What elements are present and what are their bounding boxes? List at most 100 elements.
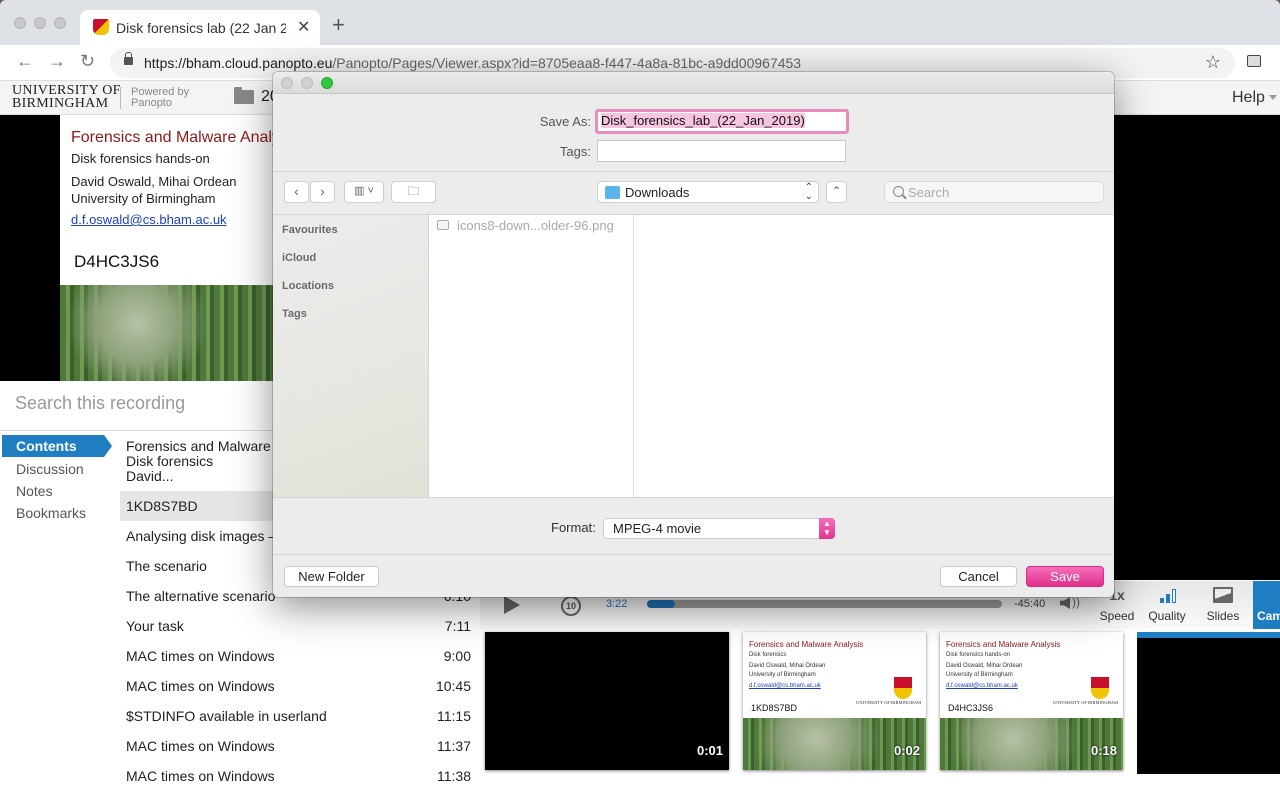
list-item[interactable]: MAC times on Windows 9:00 (120, 641, 480, 671)
url-host: https://bham.cloud.panopto.eu (144, 55, 333, 71)
powered-line-2: Panopto (131, 97, 172, 109)
bookmark-star-icon[interactable]: ☆ (1205, 52, 1221, 73)
play-icon[interactable] (504, 596, 520, 614)
up-down-arrows-icon: ▲ ▼ (819, 518, 835, 539)
thumbnail-authors: David Oswald, Mihai Ordean (946, 663, 1023, 669)
nav-item-notes[interactable]: Notes (16, 483, 53, 499)
list-item-label: Analysing disk images – ... (126, 528, 292, 544)
chevron-down-icon[interactable] (1269, 95, 1277, 100)
volume-icon[interactable] (1060, 597, 1070, 609)
location-popup[interactable]: Downloads ⌃ ⌄ (597, 181, 819, 203)
list-item-time: 11:38 (437, 768, 471, 784)
view-mode-button[interactable]: ▥ ˅ (344, 181, 384, 203)
dialog-divider (273, 554, 1114, 555)
format-value: MPEG-4 movie (613, 521, 702, 536)
rewind-10-icon[interactable]: 10 (561, 596, 581, 616)
slides-button[interactable]: Slides (1197, 581, 1249, 629)
list-item-label: Your task (126, 618, 184, 634)
sidebar-item-favourites[interactable]: Favourites (282, 224, 338, 236)
dialog-minimize-button[interactable] (301, 77, 313, 89)
list-item[interactable]: MAC times on Windows 11:37 (120, 731, 480, 761)
list-item[interactable]: MAC times on Windows 11:38 (120, 761, 480, 791)
thumbnail-title: Forensics and Malware Analysis (946, 640, 1061, 649)
image-icon (1213, 587, 1233, 603)
save-button[interactable]: Save (1026, 566, 1104, 587)
new-folder-button[interactable]: New Folder (284, 566, 379, 587)
browser-tab[interactable]: Disk forensics lab (22 Jan 2019) ✕ (80, 10, 320, 45)
thumbnail-authors: David Oswald, Mihai Ordean (749, 663, 826, 669)
volume-wave-icon: )) (1072, 595, 1080, 609)
save-as-field[interactable]: Disk_forensics_lab_(22_Jan_2019) (595, 109, 849, 134)
nav-item-bookmarks[interactable]: Bookmarks (16, 505, 86, 521)
downloads-folder-icon (605, 186, 620, 199)
thumbnail[interactable]: Forensics and Malware Analysis Disk fore… (940, 632, 1123, 770)
url-text[interactable]: https://bham.cloud.panopto.eu/Panopto/Pa… (144, 55, 801, 71)
signal-bars-icon (1160, 589, 1178, 603)
thumbnail-code: D4HC3JS6 (948, 703, 994, 713)
list-item-label: MAC times on Windows (126, 678, 275, 694)
location-label: Downloads (625, 185, 690, 200)
list-item-label: MAC times on Windows (126, 738, 275, 754)
back-button[interactable]: ‹ (284, 181, 309, 203)
search-placeholder: Search (908, 185, 950, 200)
dialog-divider (273, 497, 1114, 498)
thumbnail-university: UNIVERSITY OF BIRMINGHAM (1053, 700, 1118, 705)
sidebar-item-locations[interactable]: Locations (282, 280, 334, 292)
uob-crest-icon (1091, 677, 1109, 699)
collapse-button[interactable]: ⌃ (826, 181, 847, 203)
lock-icon (124, 52, 133, 65)
back-icon[interactable]: ← (16, 51, 34, 72)
nav-item-discussion[interactable]: Discussion (16, 461, 84, 477)
forward-button[interactable]: › (310, 181, 335, 203)
list-item-label: $STDINFO available in userland (126, 708, 327, 724)
speed-label: Speed (1099, 609, 1135, 623)
chevron-up-icon: ⌃ (831, 184, 842, 198)
download-extension-icon[interactable] (1247, 55, 1261, 67)
nav-item-contents[interactable]: Contents (2, 435, 112, 457)
file-column: icons8-down...older-96.png (429, 215, 634, 497)
search-recording-input[interactable]: Search this recording (0, 381, 280, 431)
quality-button[interactable]: Quality (1141, 581, 1193, 629)
slide-affiliation: University of Birmingham (71, 191, 216, 206)
thumbnail-affiliation: University of Birmingham (946, 672, 1013, 678)
window-zoom-button[interactable] (54, 17, 66, 29)
window-close-button[interactable] (14, 17, 26, 29)
list-item[interactable]: MAC times on Windows 10:45 (120, 671, 480, 701)
list-item-label: MAC times on Windows (126, 648, 275, 664)
thumbnail[interactable]: 0:01 (485, 632, 729, 770)
quality-label: Quality (1148, 609, 1186, 623)
save-dialog: Save As: Disk_forensics_lab_(22_Jan_2019… (273, 72, 1114, 597)
window-minimize-button[interactable] (34, 17, 46, 29)
nav-item-label: Contents (16, 438, 77, 454)
new-folder-icon-button[interactable]: 🗀 (391, 181, 436, 203)
secondary-slide-view[interactable]: Forensics and Malware Analysis Disk fore… (60, 115, 280, 381)
thumbnail[interactable]: Forensics and Malware Analysis Disk fore… (743, 632, 926, 770)
new-tab-button[interactable]: + (332, 12, 345, 38)
slide-pcb-image (60, 285, 280, 381)
list-item[interactable]: $STDINFO available in userland 11:15 (120, 701, 480, 731)
seek-bar[interactable] (647, 600, 1002, 608)
slide-title: Forensics and Malware Analysis (71, 129, 280, 146)
primary-video[interactable] (1114, 115, 1280, 580)
camera-button[interactable]: Camera (1253, 581, 1280, 629)
list-item-time: 10:45 (435, 678, 471, 694)
thumbnail-time: 0:02 (893, 743, 920, 758)
list-item[interactable]: Your task 7:11 (120, 611, 480, 641)
sidebar-item-tags[interactable]: Tags (282, 308, 307, 320)
format-select[interactable]: MPEG-4 movie ▲ ▼ (603, 518, 835, 539)
forward-icon[interactable]: → (48, 51, 66, 72)
tab-title: Disk forensics lab (22 Jan 2019) (116, 20, 286, 36)
dialog-search-field[interactable]: Search (884, 181, 1104, 203)
sidebar-item-icloud[interactable]: iCloud (282, 252, 316, 264)
close-tab-icon[interactable]: ✕ (297, 17, 310, 37)
thumbnail-email: d.f.oswald@cs.bham.ac.uk (749, 683, 821, 689)
thumbnail[interactable] (1137, 638, 1280, 774)
cancel-button[interactable]: Cancel (940, 566, 1017, 587)
dialog-zoom-button[interactable] (321, 77, 333, 89)
university-logo[interactable]: UNIVERSITY OF BIRMINGHAM (12, 84, 121, 111)
dialog-close-button[interactable] (281, 77, 293, 89)
reload-icon[interactable]: ↻ (80, 51, 95, 72)
tags-field[interactable] (597, 140, 846, 162)
help-menu[interactable]: Help (1232, 89, 1265, 107)
slide-email: d.f.oswald@cs.bham.ac.uk (71, 212, 227, 227)
